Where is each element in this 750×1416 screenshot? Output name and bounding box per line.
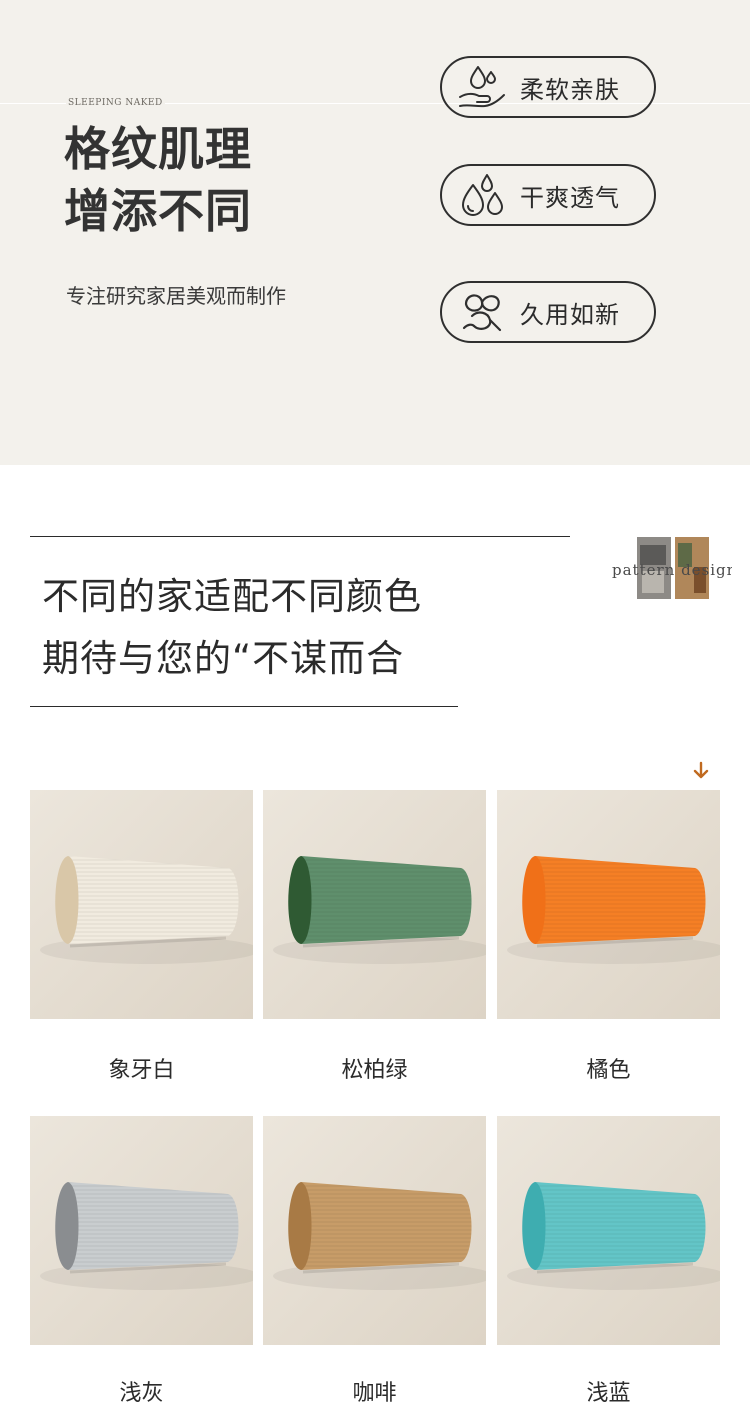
feature-durable-pill: 久用如新 bbox=[440, 281, 656, 343]
color-name: 浅灰 bbox=[119, 1381, 164, 1406]
brand-mark: SLEEPING NAKED bbox=[66, 98, 165, 108]
product-image[interactable] bbox=[263, 790, 486, 1019]
ac-cover-illustration bbox=[30, 1116, 253, 1345]
color-name: 咖啡 bbox=[352, 1381, 397, 1406]
product-image[interactable] bbox=[497, 1116, 720, 1345]
product-image[interactable] bbox=[30, 790, 253, 1019]
leaf-knot-icon bbox=[454, 283, 510, 341]
hero-section: SLEEPING NAKED 格纹肌理 增添不同 专注研究家居美观而制作 柔软亲… bbox=[0, 0, 750, 465]
section-top-rule bbox=[30, 536, 570, 537]
arrow-down-icon bbox=[693, 761, 709, 779]
hero-title-line1: 格纹肌理 bbox=[64, 122, 252, 176]
hero-title: 格纹肌理 增添不同 bbox=[64, 118, 252, 242]
ac-cover-illustration bbox=[497, 1116, 720, 1345]
feature-soft-pill: 柔软亲肤 bbox=[440, 56, 656, 118]
pattern-design-badge: pattern design bbox=[612, 537, 736, 601]
ac-cover-illustration bbox=[263, 1116, 486, 1345]
color-name: 浅蓝 bbox=[586, 1381, 631, 1406]
product-image[interactable] bbox=[263, 1116, 486, 1345]
color-name: 松柏绿 bbox=[341, 1058, 408, 1083]
feature-label: 柔软亲肤 bbox=[520, 75, 620, 104]
water-drops-icon bbox=[454, 166, 510, 224]
ac-cover-illustration bbox=[263, 790, 486, 1019]
ac-cover-illustration bbox=[30, 790, 253, 1019]
feature-label: 干爽透气 bbox=[520, 183, 620, 212]
water-hand-icon bbox=[454, 58, 510, 116]
color-name: 橘色 bbox=[586, 1058, 631, 1083]
section-title-line2: 期待与您的“不谋而合 bbox=[42, 637, 405, 680]
product-image[interactable] bbox=[30, 1116, 253, 1345]
hero-title-line2: 增添不同 bbox=[64, 184, 252, 238]
feature-breathable-pill: 干爽透气 bbox=[440, 164, 656, 226]
feature-label: 久用如新 bbox=[520, 300, 620, 329]
section-title-line1: 不同的家适配不同颜色 bbox=[42, 575, 422, 618]
product-image[interactable] bbox=[497, 790, 720, 1019]
section-bottom-rule bbox=[30, 706, 458, 707]
section-title: 不同的家适配不同颜色 期待与您的“不谋而合 bbox=[42, 566, 422, 690]
ac-cover-illustration bbox=[497, 790, 720, 1019]
pattern-design-text: pattern design bbox=[612, 561, 732, 579]
hero-subtitle: 专注研究家居美观而制作 bbox=[66, 284, 286, 308]
color-name: 象牙白 bbox=[108, 1058, 175, 1083]
